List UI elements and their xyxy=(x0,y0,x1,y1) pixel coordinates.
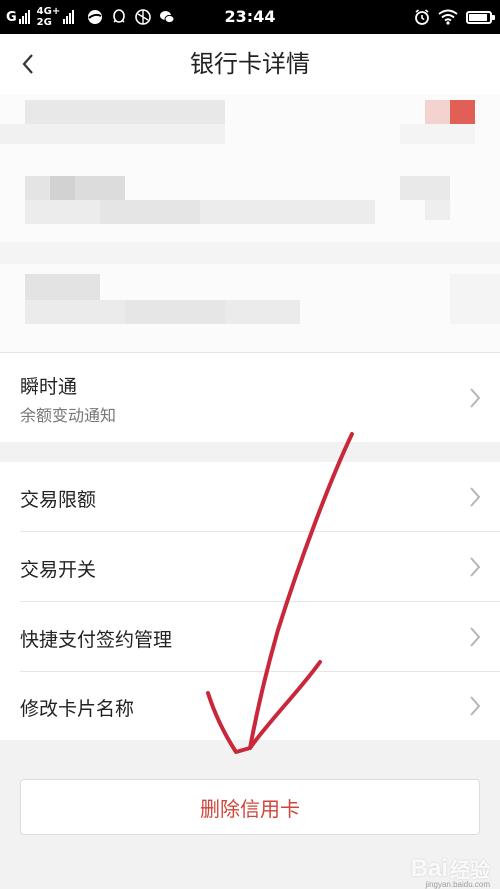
menu-item-label: 交易开关 xyxy=(20,559,97,581)
redacted-block xyxy=(25,200,375,224)
watermark-suffix: 经验 xyxy=(450,858,490,882)
network-top-label: 4G+ xyxy=(36,6,61,17)
instant-notice-row[interactable]: 瞬时通 余额变动通知 xyxy=(0,352,500,442)
chevron-right-icon xyxy=(468,387,482,409)
delete-credit-card-button[interactable]: 删除信用卡 xyxy=(20,779,480,835)
redacted-block xyxy=(400,124,475,144)
wechat-icon xyxy=(159,9,175,25)
divider xyxy=(0,352,500,353)
nav-bar: 银行卡详情 xyxy=(0,34,500,94)
wifi-icon xyxy=(438,9,458,25)
redacted-block xyxy=(50,176,75,200)
redacted-block xyxy=(450,100,475,124)
sports-icon xyxy=(135,9,152,25)
redacted-block xyxy=(25,176,50,200)
redacted-block xyxy=(425,100,450,124)
menu-item-transaction-limit[interactable]: 交易限额 xyxy=(0,462,500,532)
redacted-block xyxy=(75,176,125,200)
battery-icon xyxy=(466,10,495,24)
redacted-block xyxy=(25,274,100,300)
menu-item-quick-pay-management[interactable]: 快捷支付签约管理 xyxy=(0,602,500,672)
menu-item-label: 修改卡片名称 xyxy=(20,698,135,720)
signal-icon xyxy=(18,10,31,24)
chevron-right-icon xyxy=(468,556,482,578)
instant-notice-title: 瞬时通 xyxy=(20,376,78,398)
watermark-url: jingyan.baidu.com xyxy=(425,880,490,889)
redacted-block xyxy=(125,300,225,324)
network-bottom-label: 2G xyxy=(36,17,52,28)
menu-item-transaction-switch[interactable]: 交易开关 xyxy=(0,532,500,602)
status-bar: G 4G+ 2G 23:44 xyxy=(0,0,500,34)
page-title: 银行卡详情 xyxy=(190,50,310,78)
network-type: 4G+ 2G xyxy=(37,6,61,28)
redacted-block xyxy=(400,176,450,200)
redacted-block xyxy=(25,100,225,124)
alarm-icon xyxy=(415,9,429,25)
chevron-right-icon xyxy=(468,486,482,508)
section-gap xyxy=(0,442,500,462)
section-separator xyxy=(0,242,500,264)
redacted-block xyxy=(0,124,225,144)
chevron-right-icon xyxy=(468,626,482,648)
redacted-block xyxy=(100,200,200,224)
signal-icon xyxy=(63,10,75,24)
carrier-label: G xyxy=(6,9,17,25)
watermark-logo: Bai xyxy=(410,855,448,882)
qq-icon xyxy=(111,9,127,25)
menu-item-label: 快捷支付签约管理 xyxy=(20,629,173,651)
instant-notice-subtitle: 余额变动通知 xyxy=(20,406,117,425)
chevron-right-icon xyxy=(468,695,482,717)
baidu-watermark: Bai 经验 xyxy=(411,854,490,883)
menu-item-rename-card[interactable]: 修改卡片名称 xyxy=(0,672,500,740)
browser-icon xyxy=(87,9,103,25)
menu-item-label: 交易限额 xyxy=(20,489,97,511)
redacted-block xyxy=(425,200,450,220)
battery-level xyxy=(469,13,487,21)
redacted-block xyxy=(450,274,500,324)
card-info-redacted xyxy=(0,94,500,352)
delete-credit-card-label: 删除信用卡 xyxy=(200,796,300,821)
